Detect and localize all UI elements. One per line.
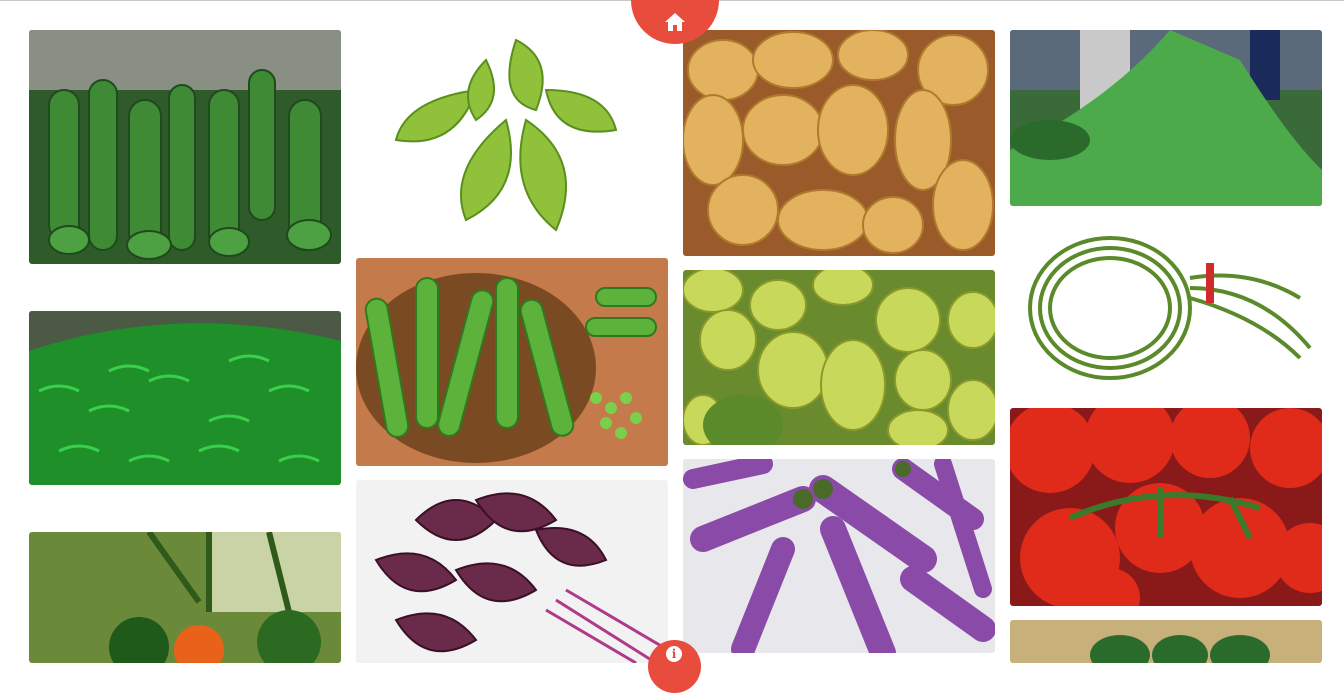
gallery-tile-green-chilies[interactable]: [29, 311, 341, 485]
gallery-tile-potatoes[interactable]: [683, 30, 995, 256]
gourd-icon: [683, 270, 995, 445]
gallery-tile-long-beans[interactable]: [1010, 218, 1322, 396]
beans-icon: [1010, 218, 1322, 396]
tomato-icon: [1010, 408, 1322, 606]
leaf-icon: [356, 30, 668, 246]
potato-icon: [683, 30, 995, 256]
gallery-tile-leafy-greens-market[interactable]: [1010, 30, 1322, 206]
info-button[interactable]: i: [648, 640, 701, 693]
gallery-tile-eggplants[interactable]: [683, 459, 995, 653]
pepper-icon: [29, 532, 341, 663]
home-icon: [665, 13, 685, 31]
gallery-tile-red-amaranth[interactable]: [356, 480, 668, 663]
gourd-icon: [29, 30, 341, 264]
gallery-tile-malabar-spinach[interactable]: [356, 30, 668, 246]
gallery-tile-green-peas[interactable]: [356, 258, 668, 466]
cucumber-icon: [1010, 620, 1322, 663]
gallery-tile-habanero-peppers[interactable]: [29, 532, 341, 663]
gallery-tile-cucumbers-basket[interactable]: [1010, 620, 1322, 663]
gallery-tile-spiny-gourds[interactable]: [683, 270, 995, 445]
gallery-tile-bottle-gourds[interactable]: [29, 30, 341, 264]
peas-icon: [356, 258, 668, 466]
leaf-icon: [1010, 30, 1322, 206]
eggplant-icon: [683, 459, 995, 653]
info-icon: i: [666, 646, 682, 662]
chili-icon: [29, 311, 341, 485]
gallery-tile-tomatoes[interactable]: [1010, 408, 1322, 606]
leaf-icon: [356, 480, 668, 663]
